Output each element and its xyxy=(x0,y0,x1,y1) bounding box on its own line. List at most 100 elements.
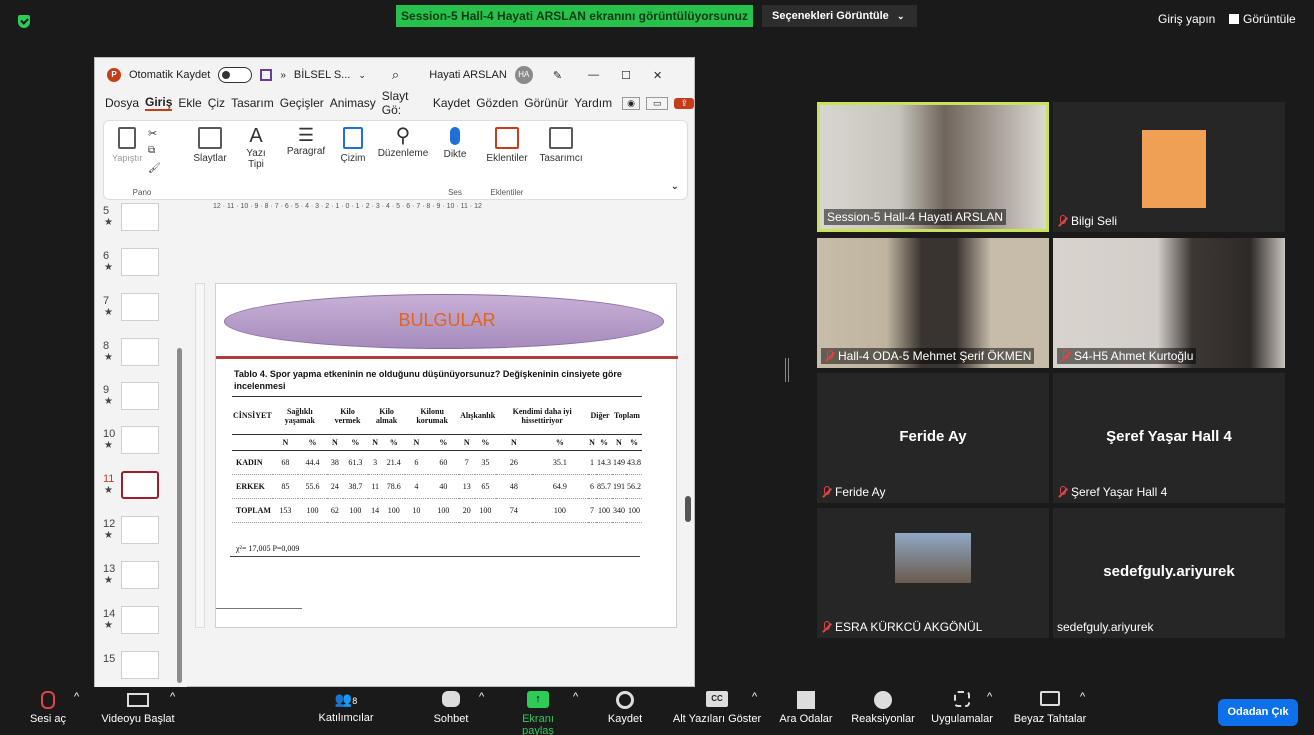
start-video-button[interactable]: Videoyu Başlat xyxy=(97,691,179,725)
video-tile-sedef[interactable]: sedefguly.ariyurek sedefguly.ariyurek xyxy=(1053,508,1285,638)
scrollbar-thumb[interactable] xyxy=(177,348,182,683)
breakout-rooms-button[interactable]: Ara Odalar xyxy=(778,691,834,725)
cell: 340 xyxy=(611,498,626,523)
close-icon[interactable]: ✕ xyxy=(653,69,662,82)
menu-tasarim[interactable]: Tasarım xyxy=(231,96,274,110)
menu-slayt-gosterisi[interactable]: Slayt Gö: xyxy=(382,89,427,117)
designer-button[interactable]: Tasarımcı xyxy=(536,121,586,201)
sub-header: N xyxy=(405,434,428,451)
participant-name: Feride Ay xyxy=(821,485,885,499)
reactions-button[interactable]: Reaksiyonlar xyxy=(851,691,915,725)
security-shield-icon[interactable] xyxy=(18,15,30,28)
paragraph-button[interactable]: ☰ Paragraf xyxy=(282,121,330,201)
captions-button[interactable]: CC Alt Yazıları Göster xyxy=(671,691,763,725)
chat-options-caret[interactable]: ^ xyxy=(479,691,484,703)
menu-gozden[interactable]: Gözden xyxy=(476,96,518,110)
save-icon[interactable] xyxy=(260,69,273,81)
sub-header: N xyxy=(459,434,475,451)
drawing-button[interactable]: Çizim xyxy=(334,121,372,201)
maximize-icon[interactable]: ☐ xyxy=(621,69,631,82)
more-icon[interactable]: » xyxy=(280,70,286,81)
leave-meeting-button[interactable]: Odadan Çık xyxy=(1218,699,1298,726)
panel-resize-handle[interactable] xyxy=(785,358,789,382)
slide-thumbnail[interactable] xyxy=(121,248,159,276)
pen-icon[interactable]: ✎ xyxy=(553,69,562,82)
slide-thumbnail[interactable] xyxy=(121,203,159,231)
menu-kaydet[interactable]: Kaydet xyxy=(433,96,470,110)
record-icon[interactable]: ◉ xyxy=(622,96,640,110)
editor-scrollbar-thumb[interactable] xyxy=(685,496,691,522)
slide-thumbnail[interactable] xyxy=(121,426,159,454)
share-icon[interactable]: ⇪ xyxy=(674,97,694,109)
video-tile-ahmet[interactable]: S4-H5 Ahmet Kurtoğlu xyxy=(1053,238,1285,368)
video-options-caret[interactable]: ^ xyxy=(170,691,175,703)
signin-link[interactable]: Giriş yapın xyxy=(1158,12,1215,26)
video-tile-seref[interactable]: Şeref Yaşar Hall 4 Şeref Yaşar Hall 4 xyxy=(1053,373,1285,503)
whiteboards-options-caret[interactable]: ^ xyxy=(1080,691,1085,703)
unmute-button[interactable]: Sesi aç xyxy=(28,691,68,725)
view-button[interactable]: Görüntüle xyxy=(1229,12,1296,26)
video-tile-bilgi-seli[interactable]: Bilgi Seli xyxy=(1053,102,1285,232)
menu-yardim[interactable]: Yardım xyxy=(574,96,612,110)
menu-gecisler[interactable]: Geçişler xyxy=(280,96,324,110)
col-header: Kendimi daha iyi hissettiriyor xyxy=(496,396,589,435)
slide-thumbnail[interactable] xyxy=(121,651,159,679)
captions-options-caret[interactable]: ^ xyxy=(752,691,757,703)
menu-dosya[interactable]: Dosya xyxy=(105,96,139,110)
cell: 14.3 xyxy=(595,450,612,475)
video-tile-mehmet[interactable]: Hall-4 ODA-5 Mehmet Şerif ÖKMEN xyxy=(817,238,1049,368)
cut-icon[interactable]: ✂ xyxy=(148,127,157,140)
slide-thumbnail[interactable] xyxy=(121,382,159,410)
font-icon: A xyxy=(249,125,263,147)
share-options-caret[interactable]: ^ xyxy=(573,691,578,703)
slide-thumbnail-selected[interactable] xyxy=(121,471,159,499)
font-button[interactable]: A Yazı Tipi xyxy=(234,121,278,201)
slide-thumbnail[interactable] xyxy=(121,293,159,321)
slide-heading: BULGULAR xyxy=(398,310,496,330)
autosave-toggle[interactable] xyxy=(218,67,253,83)
participants-button[interactable]: 👥8 Katılımcılar xyxy=(313,691,379,724)
sub-header: % xyxy=(625,434,642,451)
video-tile-feride[interactable]: Feride Ay Feride Ay xyxy=(817,373,1049,503)
thumb-number: 7 xyxy=(103,295,110,307)
apps-button[interactable]: Uygulamalar xyxy=(930,691,994,725)
comment-icon[interactable]: ▭ xyxy=(645,96,669,110)
file-name[interactable]: BİLSEL S... xyxy=(294,69,350,81)
editing-button[interactable]: ⚲ Düzenleme xyxy=(374,121,432,201)
slide-thumbnail[interactable] xyxy=(121,561,159,589)
apps-options-caret[interactable]: ^ xyxy=(987,691,992,703)
account-name[interactable]: Hayati ARSLAN xyxy=(429,69,507,81)
thumb-star-icon: ★ xyxy=(104,307,113,318)
menu-gorunum[interactable]: Görünür xyxy=(524,96,568,110)
addins-button[interactable]: Eklentiler Eklentiler xyxy=(482,121,532,201)
slide-thumbnail[interactable] xyxy=(121,606,159,634)
video-tile-hayati[interactable]: Session-5 Hall-4 Hayati ARSLAN xyxy=(817,102,1049,232)
menu-ciz[interactable]: Çiz xyxy=(208,96,225,110)
audio-options-caret[interactable]: ^ xyxy=(74,691,79,703)
participant-count: 8 xyxy=(352,696,358,706)
dictate-button[interactable]: Dikte Ses xyxy=(438,121,472,201)
share-screen-button[interactable]: ↑ Ekranı paylaş xyxy=(506,691,570,735)
collapse-ribbon-icon[interactable]: ⌄ xyxy=(671,181,679,192)
minimize-icon[interactable]: — xyxy=(588,69,599,81)
whiteboards-button[interactable]: Beyaz Tahtalar xyxy=(1013,691,1087,725)
copy-icon[interactable]: ⧉ xyxy=(148,145,155,156)
chat-button[interactable]: Sohbet xyxy=(431,691,471,725)
view-options-button[interactable]: Seçenekleri Görüntüle ⌄ xyxy=(762,5,917,27)
paste-icon[interactable] xyxy=(118,127,136,149)
slide-thumbnail[interactable] xyxy=(121,516,159,544)
menu-ekle[interactable]: Ekle xyxy=(178,96,201,110)
menu-giris[interactable]: Giriş xyxy=(145,95,173,111)
menu-animasyonlar[interactable]: Animasy xyxy=(330,96,376,110)
slide-thumbnail[interactable] xyxy=(121,338,159,366)
slides-button[interactable]: Slaytlar xyxy=(188,121,232,201)
avatar[interactable]: HA xyxy=(514,66,533,84)
participant-name: Şeref Yaşar Hall 4 xyxy=(1057,485,1167,499)
search-icon[interactable]: ⌕ xyxy=(392,67,399,83)
thumbnail-scrollbar[interactable] xyxy=(175,203,183,688)
video-tile-esra[interactable]: ESRA KÜRKCÜ AKGÖNÜL xyxy=(817,508,1049,638)
paste-label[interactable]: Yapıştır xyxy=(108,153,176,163)
format-painter-icon[interactable]: 🖌 xyxy=(148,163,161,174)
record-button[interactable]: Kaydet xyxy=(605,691,645,725)
designer-label: Tasarımcı xyxy=(539,153,583,164)
